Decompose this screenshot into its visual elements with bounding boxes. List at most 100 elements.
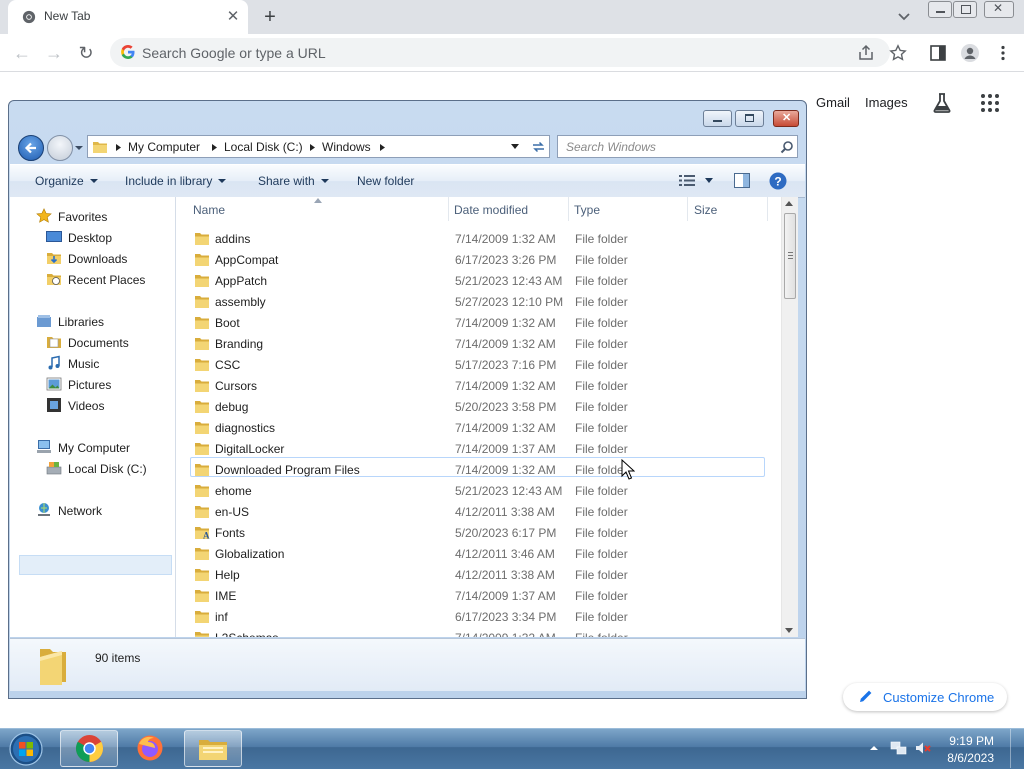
file-row[interactable]: assembly 5/27/2023 12:10 PM File folder	[176, 292, 781, 313]
address-dropdown-icon[interactable]	[511, 144, 519, 149]
more-menu-icon[interactable]	[994, 44, 1012, 62]
tab-new-tab[interactable]: New Tab ✕	[8, 0, 248, 34]
breadcrumb-arrow-icon[interactable]	[116, 144, 121, 151]
file-row[interactable]: Globalization 4/12/2011 3:46 AM File folde…	[176, 544, 781, 565]
minimize-button[interactable]	[928, 1, 952, 18]
file-row[interactable]: Branding 7/14/2009 1:32 AM File folder	[176, 334, 781, 355]
column-type[interactable]: Type	[574, 203, 600, 217]
file-row[interactable]: DigitalLocker 7/14/2009 1:37 AM File folde…	[176, 439, 781, 460]
file-row[interactable]: diagnostics 7/14/2009 1:32 AM File folder	[176, 418, 781, 439]
close-tab-icon[interactable]: ✕	[224, 8, 242, 26]
column-divider[interactable]	[568, 197, 569, 221]
tab-search-icon[interactable]	[894, 8, 914, 26]
nav-music[interactable]: Music	[46, 354, 166, 374]
gmail-link[interactable]: Gmail	[816, 95, 850, 110]
nav-my-computer[interactable]: My Computer	[36, 438, 166, 458]
file-row[interactable]: AppCompat 6/17/2023 3:26 PM File folder	[176, 250, 781, 271]
column-divider[interactable]	[687, 197, 688, 221]
recent-pages-caret-icon[interactable]	[75, 144, 83, 152]
file-row[interactable]: AppPatch 5/21/2023 12:43 AM File folder	[176, 271, 781, 292]
scroll-up-icon[interactable]	[785, 201, 793, 206]
clock-date[interactable]: 8/6/2023	[940, 751, 994, 765]
file-row[interactable]: Help 4/12/2011 3:38 AM File folder	[176, 565, 781, 586]
column-name[interactable]: Name	[193, 203, 225, 217]
file-row[interactable]: Cursors 7/14/2009 1:32 AM File folder	[176, 376, 781, 397]
breadcrumb-my-computer[interactable]: My Computer	[128, 140, 200, 154]
column-date-modified[interactable]: Date modified	[454, 203, 528, 217]
breadcrumb-arrow-icon[interactable]	[380, 144, 385, 151]
share-with-menu[interactable]: Share with	[258, 174, 329, 188]
column-divider[interactable]	[767, 197, 768, 221]
taskbar-chrome-button[interactable]	[60, 730, 118, 767]
column-size[interactable]: Size	[694, 203, 717, 217]
file-row[interactable]: A Fonts 5/20/2023 6:17 PM File folder	[176, 523, 781, 544]
new-tab-button[interactable]: +	[258, 5, 282, 29]
organize-menu[interactable]: Organize	[35, 174, 98, 188]
nav-videos[interactable]: Videos	[46, 396, 166, 416]
include-in-library-menu[interactable]: Include in library	[125, 174, 227, 188]
clock-time[interactable]: 9:19 PM	[940, 734, 994, 748]
nav-recent-places[interactable]: Recent Places	[46, 270, 166, 290]
images-link[interactable]: Images	[865, 95, 908, 110]
file-row[interactable]: CSC 5/17/2023 7:16 PM File folder	[176, 355, 781, 376]
refresh-button[interactable]	[528, 135, 550, 158]
breadcrumb-windows[interactable]: Windows	[322, 140, 371, 154]
file-row[interactable]: L2Schemas 7/14/2009 1:32 AM File folder	[176, 628, 781, 637]
volume-muted-icon[interactable]	[914, 739, 932, 757]
nav-downloads[interactable]: Downloads	[46, 249, 166, 269]
reload-button[interactable]: ↻	[74, 41, 98, 65]
show-desktop-button[interactable]	[1010, 729, 1024, 768]
explorer-forward-button[interactable]	[47, 135, 73, 161]
breadcrumb-local-disk[interactable]: Local Disk (C:)	[224, 140, 303, 154]
preview-pane-icon[interactable]	[734, 173, 750, 188]
file-row[interactable]: en-US 4/12/2011 3:38 AM File folder	[176, 502, 781, 523]
nav-favorites[interactable]: Favorites	[36, 207, 166, 227]
labs-flask-icon[interactable]	[931, 92, 953, 114]
file-row[interactable]: Downloaded Program Files 7/14/2009 1:32 A…	[176, 460, 781, 481]
nav-network[interactable]: Network	[36, 501, 166, 521]
nav-local-disk[interactable]: Local Disk (C:)	[46, 459, 166, 479]
file-row[interactable]: Boot 7/14/2009 1:32 AM File folder	[176, 313, 781, 334]
search-windows-input[interactable]: Search Windows	[557, 135, 798, 158]
nav-pictures[interactable]: Pictures	[46, 375, 166, 395]
taskbar-firefox-button[interactable]	[122, 730, 180, 767]
column-divider[interactable]	[448, 197, 449, 221]
network-tray-icon[interactable]	[890, 739, 908, 757]
file-row[interactable]: addins 7/14/2009 1:32 AM File folder	[176, 229, 781, 250]
file-row[interactable]: debug 5/20/2023 3:58 PM File folder	[176, 397, 781, 418]
customize-chrome-button[interactable]: Customize Chrome	[843, 683, 1007, 711]
start-button-icon[interactable]	[7, 731, 45, 767]
profile-avatar-icon[interactable]	[960, 43, 980, 63]
vertical-scrollbar[interactable]	[781, 197, 798, 637]
file-row[interactable]: ehome 5/21/2023 12:43 AM File folder	[176, 481, 781, 502]
breadcrumb-arrow-icon[interactable]	[310, 144, 315, 151]
forward-button[interactable]: →	[42, 41, 66, 65]
taskbar-explorer-button[interactable]	[184, 730, 242, 767]
file-row[interactable]: inf 6/17/2023 3:34 PM File folder	[176, 607, 781, 628]
breadcrumb-arrow-icon[interactable]	[212, 144, 217, 151]
restore-button[interactable]	[953, 1, 977, 18]
scroll-down-icon[interactable]	[785, 628, 793, 633]
view-dropdown-icon[interactable]	[705, 178, 713, 183]
bookmark-star-icon[interactable]	[889, 44, 907, 62]
omnibox[interactable]: Search Google or type a URL	[110, 38, 890, 67]
explorer-minimize-button[interactable]	[703, 110, 732, 127]
nav-documents[interactable]: Documents	[46, 333, 166, 353]
view-options-icon[interactable]	[679, 174, 695, 187]
side-panel-icon[interactable]	[929, 44, 947, 62]
explorer-maximize-button[interactable]	[735, 110, 764, 127]
show-hidden-icons-icon[interactable]	[868, 742, 880, 754]
explorer-close-button[interactable]: ✕	[773, 110, 799, 127]
nav-desktop[interactable]: Desktop	[46, 228, 166, 248]
nav-libraries[interactable]: Libraries	[36, 312, 166, 332]
help-icon[interactable]: ?	[769, 172, 787, 190]
address-bar[interactable]: My Computer Local Disk (C:) Windows	[87, 135, 533, 158]
share-icon[interactable]	[857, 44, 875, 62]
explorer-back-button[interactable]	[18, 135, 44, 161]
google-apps-icon[interactable]	[980, 93, 1000, 113]
scroll-thumb[interactable]	[784, 213, 796, 299]
new-folder-button[interactable]: New folder	[357, 174, 414, 188]
close-window-button[interactable]: ✕	[984, 1, 1014, 18]
file-row[interactable]: IME 7/14/2009 1:37 AM File folder	[176, 586, 781, 607]
back-button[interactable]: ←	[10, 41, 34, 65]
